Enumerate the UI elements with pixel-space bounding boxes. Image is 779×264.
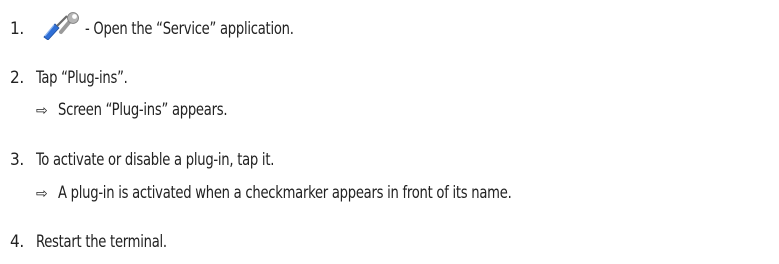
result-arrow-icon: ⇨ — [36, 186, 48, 202]
step-number: 1. — [10, 19, 24, 39]
step-2: 2. Tap “Plug-ins”. — [10, 68, 142, 88]
result-text: Screen “Plug-ins” appears. — [58, 100, 228, 120]
step-3-result: ⇨ A plug-in is activated when a checkmark… — [36, 183, 585, 204]
step-text: To activate or disable a plug-in, tap it… — [36, 150, 275, 170]
step-2-result: ⇨ Screen “Plug-ins” appears. — [36, 100, 255, 121]
step-number: 3. — [10, 150, 24, 170]
step-number: 2. — [10, 68, 24, 88]
step-4: 4. Restart the terminal. — [10, 232, 188, 252]
step-text: - Open the “Service” application. — [84, 19, 294, 39]
step-number: 4. — [10, 232, 24, 252]
step-text: Restart the terminal. — [36, 232, 167, 252]
wrench-screwdriver-icon — [41, 10, 81, 41]
step-1: 1. - Open the “Service” application. — [10, 10, 327, 41]
step-text: Tap “Plug-ins”. — [36, 68, 128, 88]
result-arrow-icon: ⇨ — [36, 103, 48, 119]
result-text: A plug-in is activated when a checkmarke… — [58, 183, 512, 203]
step-3: 3. To activate or disable a plug-in, tap … — [10, 150, 313, 170]
